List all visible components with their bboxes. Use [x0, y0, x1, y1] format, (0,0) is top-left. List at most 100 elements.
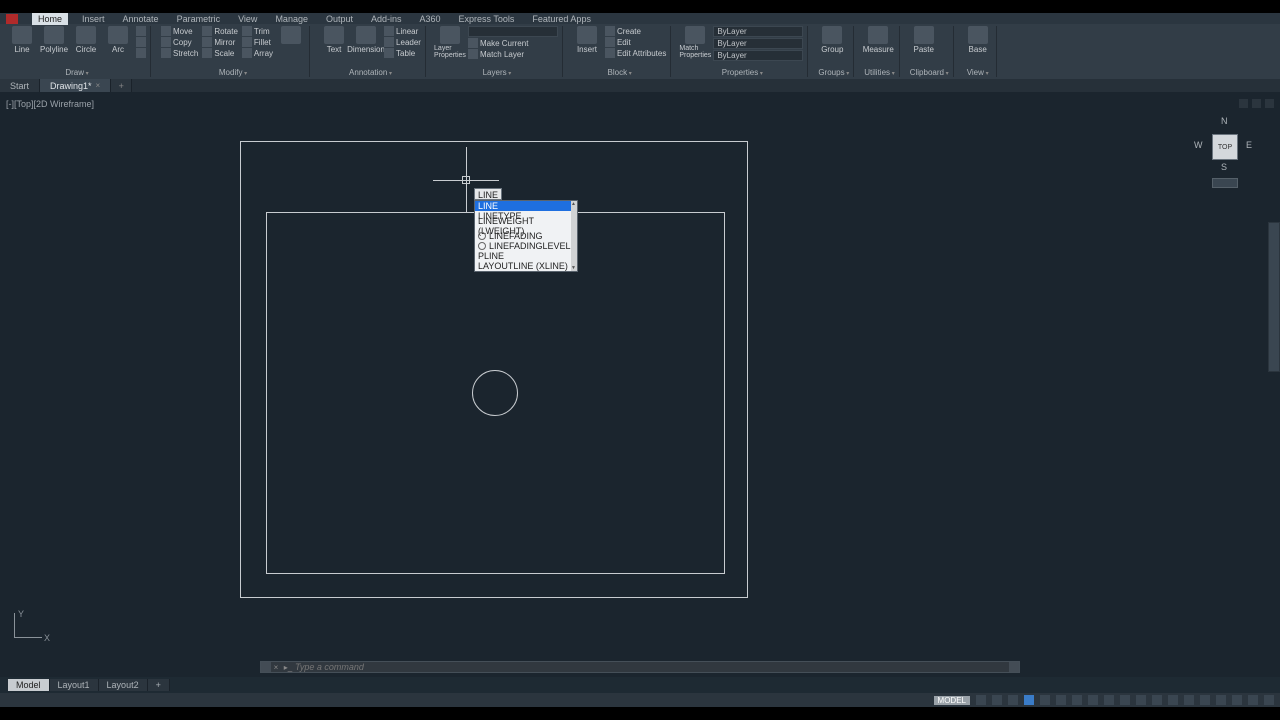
- app-logo-icon[interactable]: [6, 14, 18, 24]
- edit-block-button[interactable]: Edit: [605, 37, 666, 47]
- status-cleanscreen-icon[interactable]: [1248, 695, 1258, 705]
- status-transparency-icon[interactable]: [1088, 695, 1098, 705]
- menu-a360[interactable]: A360: [416, 13, 445, 25]
- menu-insert[interactable]: Insert: [78, 13, 109, 25]
- menu-annotate[interactable]: Annotate: [119, 13, 163, 25]
- arc-button[interactable]: Arc: [104, 26, 132, 54]
- cmdline-handle[interactable]: [261, 662, 271, 672]
- status-qp-icon[interactable]: [1184, 695, 1194, 705]
- copy-button[interactable]: Copy: [161, 37, 198, 47]
- modify-extra[interactable]: [277, 26, 305, 44]
- menu-output[interactable]: Output: [322, 13, 357, 25]
- close-tab-icon[interactable]: ×: [96, 81, 101, 90]
- vp-minimize-icon[interactable]: [1239, 99, 1248, 108]
- color-dropdown[interactable]: ByLayer: [713, 26, 803, 37]
- scale-button[interactable]: Scale: [202, 48, 238, 58]
- cmdline-expand-icon[interactable]: [1009, 662, 1019, 672]
- make-current-button[interactable]: Make Current: [468, 38, 558, 48]
- viewport-label[interactable]: [-][Top][2D Wireframe]: [6, 99, 94, 109]
- status-lock-icon[interactable]: [1200, 695, 1210, 705]
- status-isolate-icon[interactable]: [1216, 695, 1226, 705]
- panel-modify-title[interactable]: Modify: [161, 67, 305, 77]
- panel-draw-title[interactable]: Draw: [8, 67, 146, 77]
- navigation-bar[interactable]: [1268, 222, 1280, 372]
- linetype-dropdown[interactable]: ByLayer: [713, 50, 803, 61]
- menu-featured[interactable]: Featured Apps: [528, 13, 595, 25]
- polyline-button[interactable]: Polyline: [40, 26, 68, 54]
- status-polar-icon[interactable]: [1024, 695, 1034, 705]
- status-units-icon[interactable]: [1168, 695, 1178, 705]
- draw-extra-1[interactable]: [136, 26, 146, 36]
- layout-tab-2[interactable]: Layout2: [99, 679, 148, 691]
- draw-extra-3[interactable]: [136, 48, 146, 58]
- move-button[interactable]: Move: [161, 26, 198, 36]
- suggest-linefadinglevel[interactable]: LINEFADINGLEVEL: [475, 241, 577, 251]
- menu-express[interactable]: Express Tools: [455, 13, 519, 25]
- layer-props-button[interactable]: Layer Properties: [436, 26, 464, 59]
- status-annoscale-icon[interactable]: [1120, 695, 1130, 705]
- base-view-button[interactable]: Base: [964, 26, 992, 54]
- text-button[interactable]: Text: [320, 26, 348, 54]
- layer-dropdown[interactable]: [468, 26, 558, 37]
- panel-block-title[interactable]: Block: [573, 67, 666, 77]
- status-cycling-icon[interactable]: [1104, 695, 1114, 705]
- cmdline-close-icon[interactable]: ×: [271, 663, 281, 672]
- paste-button[interactable]: Paste: [910, 26, 938, 54]
- viewcube-west[interactable]: W: [1194, 140, 1203, 150]
- vp-close-icon[interactable]: [1265, 99, 1274, 108]
- status-grid-icon[interactable]: [976, 695, 986, 705]
- group-button[interactable]: Group: [818, 26, 846, 54]
- create-block-button[interactable]: Create: [605, 26, 666, 36]
- suggest-scrollbar[interactable]: [571, 201, 577, 271]
- menu-parametric[interactable]: Parametric: [173, 13, 225, 25]
- menu-addins[interactable]: Add-ins: [367, 13, 406, 25]
- leader-button[interactable]: Leader: [384, 37, 421, 47]
- layout-tab-add[interactable]: +: [148, 679, 170, 691]
- suggest-lineweight[interactable]: LINEWEIGHT (LWEIGHT): [475, 221, 577, 231]
- tab-start[interactable]: Start: [0, 79, 40, 92]
- line-button[interactable]: Line: [8, 26, 36, 54]
- drawing-viewport[interactable]: [-][Top][2D Wireframe] LINE LINE LINETYP…: [0, 92, 1280, 677]
- circle-button[interactable]: Circle: [72, 26, 100, 54]
- vp-maximize-icon[interactable]: [1252, 99, 1261, 108]
- menu-manage[interactable]: Manage: [271, 13, 312, 25]
- menu-view[interactable]: View: [234, 13, 261, 25]
- array-button[interactable]: Array: [242, 48, 273, 58]
- lineweight-dropdown[interactable]: ByLayer: [713, 38, 803, 49]
- status-lwt-icon[interactable]: [1072, 695, 1082, 705]
- status-osnap-icon[interactable]: [1040, 695, 1050, 705]
- panel-properties-title[interactable]: Properties: [681, 67, 803, 77]
- panel-groups-title[interactable]: Groups: [818, 67, 849, 77]
- measure-button[interactable]: Measure: [864, 26, 892, 54]
- table-button[interactable]: Table: [384, 48, 421, 58]
- match-layer-button[interactable]: Match Layer: [468, 49, 558, 59]
- panel-annotation-title[interactable]: Annotation: [320, 67, 421, 77]
- status-customize-icon[interactable]: [1264, 695, 1274, 705]
- layout-tab-model[interactable]: Model: [8, 679, 50, 691]
- panel-layers-title[interactable]: Layers: [436, 67, 558, 77]
- status-workspace-icon[interactable]: [1136, 695, 1146, 705]
- status-hardware-icon[interactable]: [1232, 695, 1242, 705]
- viewcube[interactable]: N S E W TOP: [1190, 110, 1260, 200]
- mirror-button[interactable]: Mirror: [202, 37, 238, 47]
- status-ortho-icon[interactable]: [1008, 695, 1018, 705]
- panel-clipboard-title[interactable]: Clipboard: [910, 67, 949, 77]
- trim-button[interactable]: Trim: [242, 26, 273, 36]
- fillet-button[interactable]: Fillet: [242, 37, 273, 47]
- panel-view-title[interactable]: View: [964, 67, 992, 77]
- stretch-button[interactable]: Stretch: [161, 48, 198, 58]
- rotate-button[interactable]: Rotate: [202, 26, 238, 36]
- status-monitor-icon[interactable]: [1152, 695, 1162, 705]
- new-tab-button[interactable]: +: [111, 79, 132, 92]
- linear-button[interactable]: Linear: [384, 26, 421, 36]
- status-otrack-icon[interactable]: [1056, 695, 1066, 705]
- edit-attr-button[interactable]: Edit Attributes: [605, 48, 666, 58]
- insert-block-button[interactable]: Insert: [573, 26, 601, 54]
- layout-tab-1[interactable]: Layout1: [50, 679, 99, 691]
- panel-utilities-title[interactable]: Utilities: [864, 67, 894, 77]
- viewcube-south[interactable]: S: [1221, 162, 1227, 172]
- viewcube-wcs-button[interactable]: [1212, 178, 1238, 188]
- suggest-layoutline[interactable]: LAYOUTLINE (XLINE): [475, 261, 577, 271]
- dimension-button[interactable]: Dimension: [352, 26, 380, 54]
- match-props-button[interactable]: Match Properties: [681, 26, 709, 59]
